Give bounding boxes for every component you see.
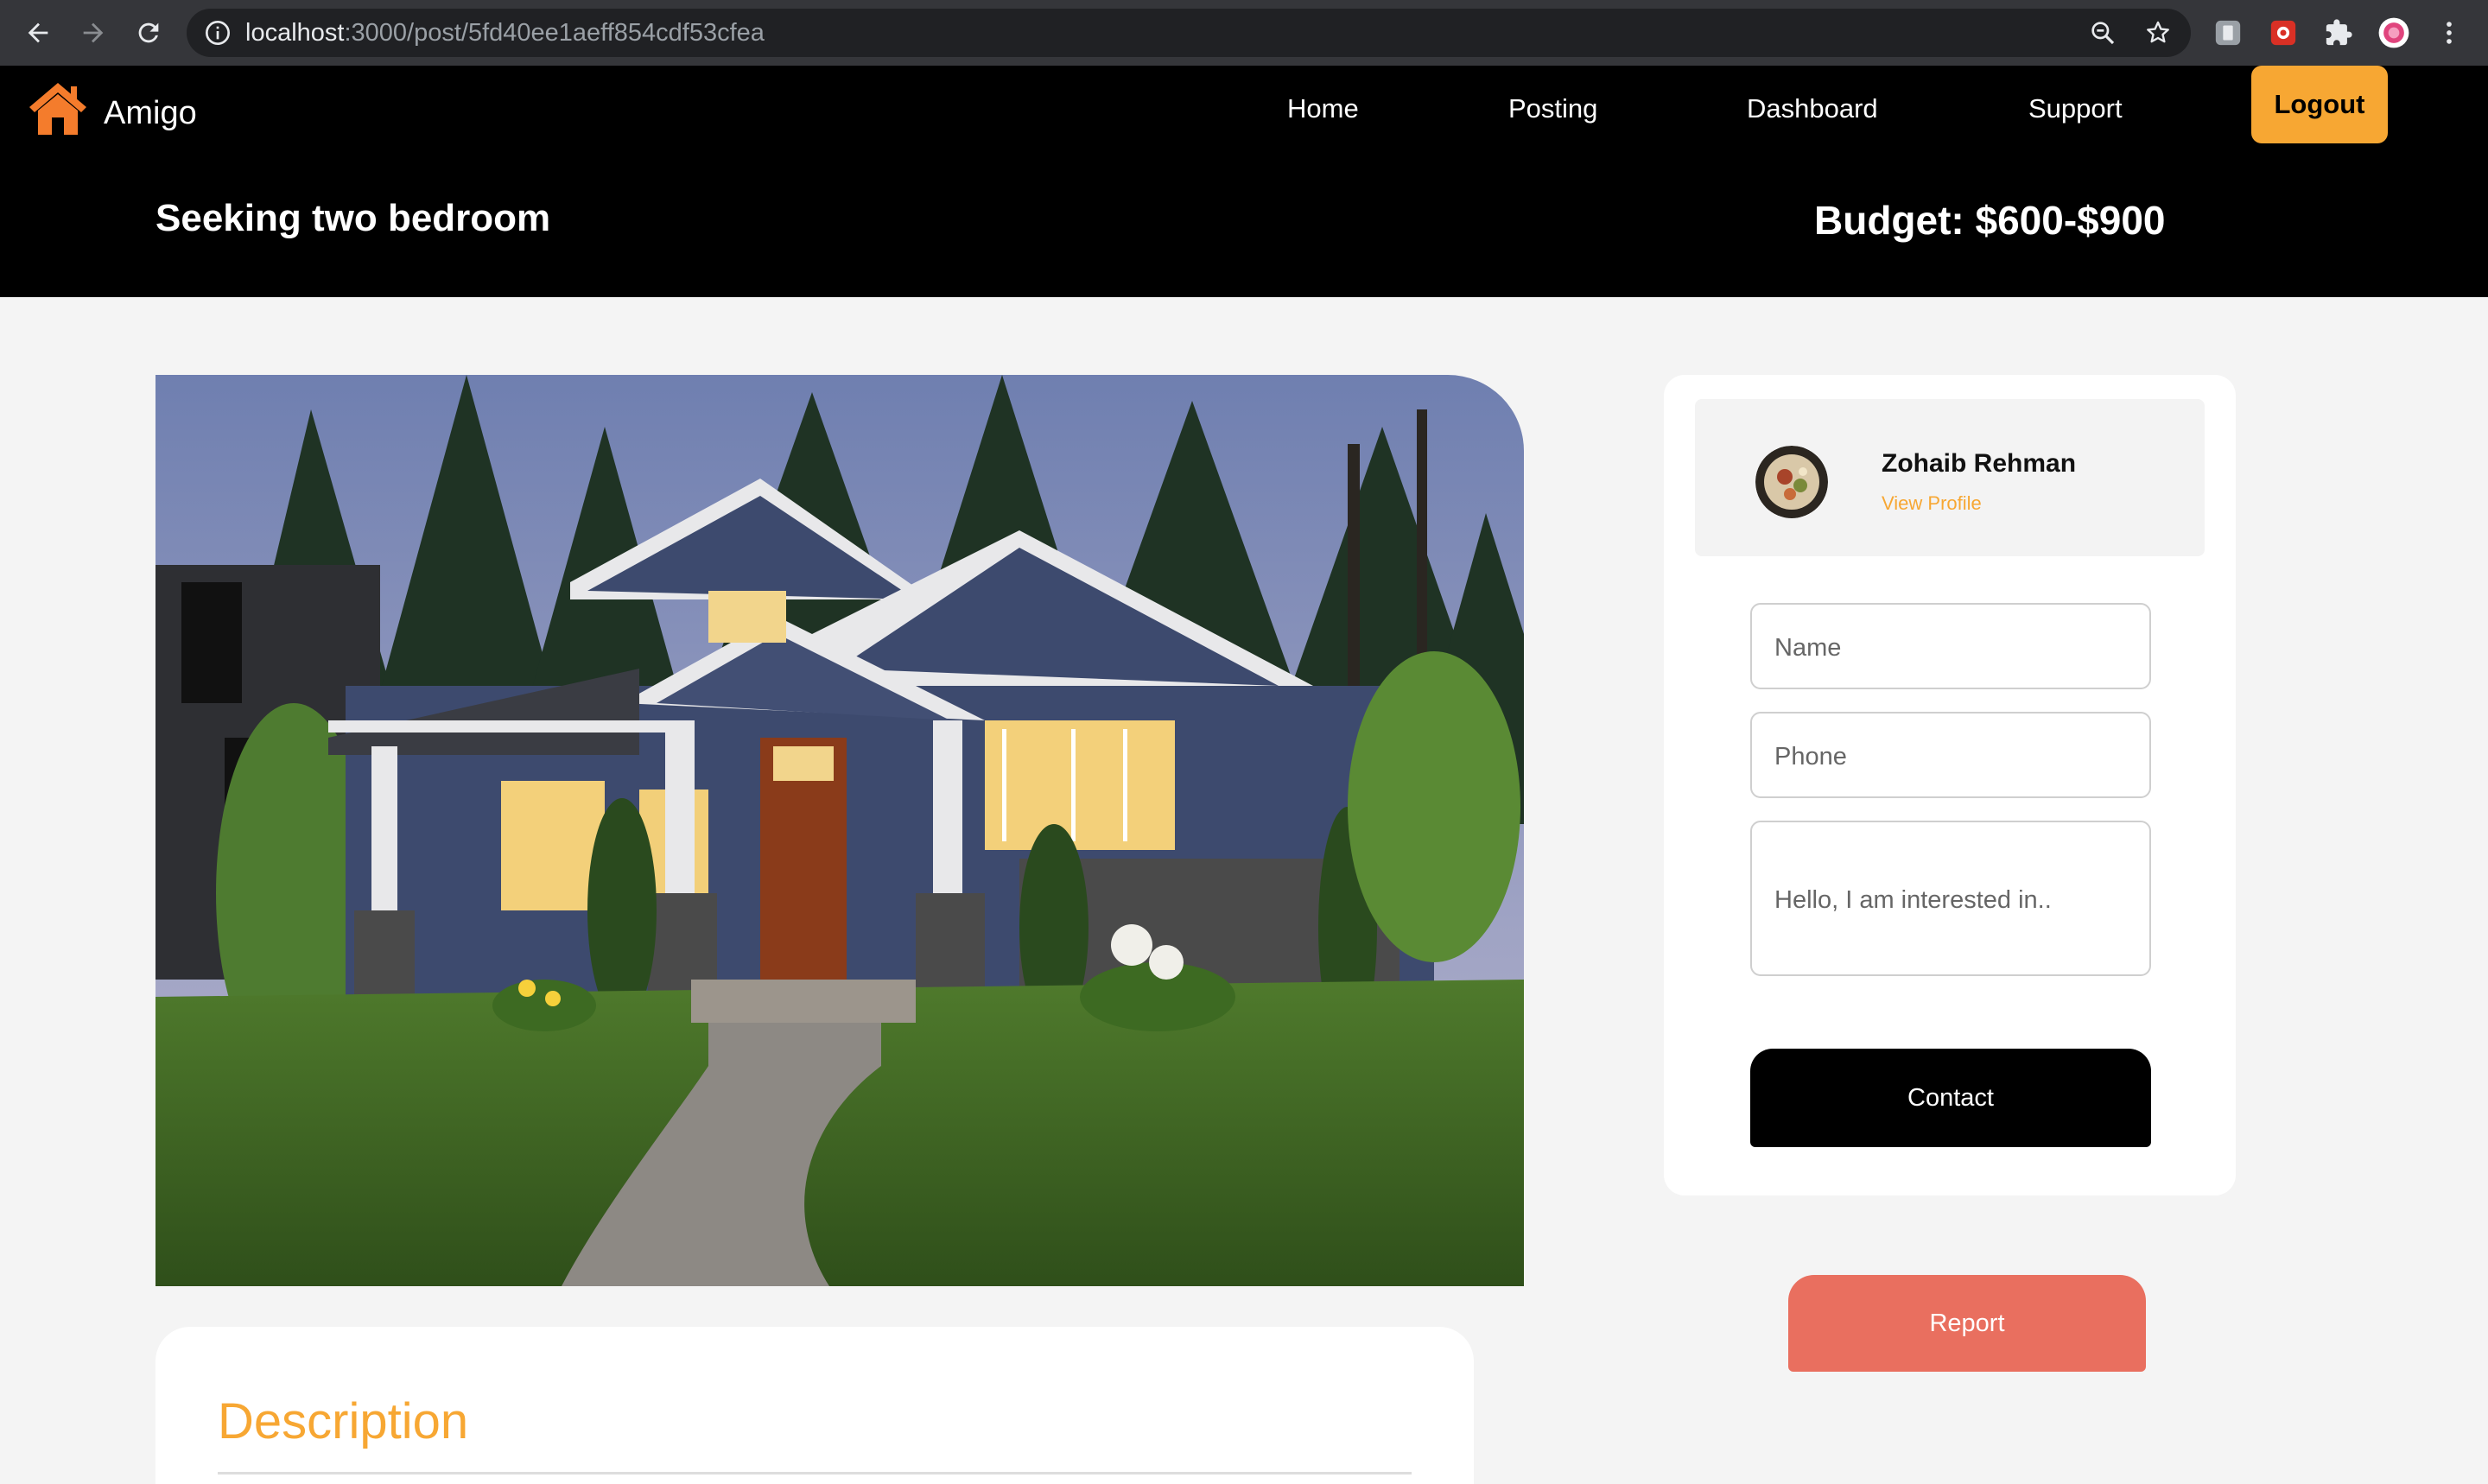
view-profile-link[interactable]: View Profile — [1882, 492, 1982, 515]
logout-button[interactable]: Logout — [2251, 66, 2388, 143]
reload-icon[interactable] — [130, 14, 168, 52]
zoom-icon[interactable] — [2089, 19, 2117, 47]
report-button[interactable]: Report — [1788, 1275, 2146, 1372]
nav-support[interactable]: Support — [2028, 93, 2123, 124]
forward-arrow-icon[interactable] — [74, 14, 112, 52]
app-header: Amigo Home Posting Dashboard Support Log… — [0, 66, 2488, 297]
brand-name[interactable]: Amigo — [104, 95, 197, 132]
name-placeholder: Name — [1774, 634, 1842, 662]
extension-icon[interactable] — [2267, 16, 2300, 49]
contact-card: Zohaib Rehman View Profile Name Phone He… — [1664, 375, 2236, 1195]
nav-posting[interactable]: Posting — [1508, 93, 1597, 124]
description-divider — [218, 1472, 1412, 1474]
phone-placeholder: Phone — [1774, 743, 1847, 771]
url-path: :3000/post/5fd40ee1aeff854cdf53cfea — [344, 19, 765, 47]
message-field[interactable]: Hello, I am interested in.. — [1750, 821, 2151, 976]
info-icon[interactable] — [204, 19, 232, 47]
nav-home[interactable]: Home — [1287, 93, 1359, 124]
profile-summary: Zohaib Rehman View Profile — [1695, 399, 2205, 556]
post-title: Seeking two bedroom — [156, 197, 551, 239]
address-bar[interactable]: localhost:3000/post/5fd40ee1aeff854cdf53… — [187, 9, 2191, 57]
profile-icon[interactable] — [2377, 16, 2410, 49]
phone-field[interactable]: Phone — [1750, 712, 2151, 798]
house-logo-icon[interactable] — [28, 79, 88, 136]
browser-toolbar: localhost:3000/post/5fd40ee1aeff854cdf53… — [0, 0, 2488, 66]
nav-dashboard[interactable]: Dashboard — [1747, 93, 1878, 124]
contact-button[interactable]: Contact — [1750, 1049, 2151, 1147]
url-text: localhost:3000/post/5fd40ee1aeff854cdf53… — [245, 9, 765, 57]
house-photo — [156, 375, 1524, 1286]
kebab-menu-icon[interactable] — [2433, 16, 2466, 49]
name-field[interactable]: Name — [1750, 603, 2151, 689]
description-heading: Description — [218, 1393, 469, 1449]
back-arrow-icon[interactable] — [19, 14, 57, 52]
avatar[interactable] — [1755, 446, 1828, 518]
message-placeholder: Hello, I am interested in.. — [1774, 886, 2052, 914]
puzzle-icon[interactable] — [2322, 16, 2355, 49]
budget-label: Budget: $600-$900 — [1814, 198, 2166, 243]
extension-icon[interactable] — [2212, 16, 2244, 49]
star-icon[interactable] — [2144, 19, 2172, 47]
url-host: localhost — [245, 19, 345, 47]
profile-name: Zohaib Rehman — [1882, 449, 2077, 478]
description-card: Description — [156, 1327, 1474, 1484]
